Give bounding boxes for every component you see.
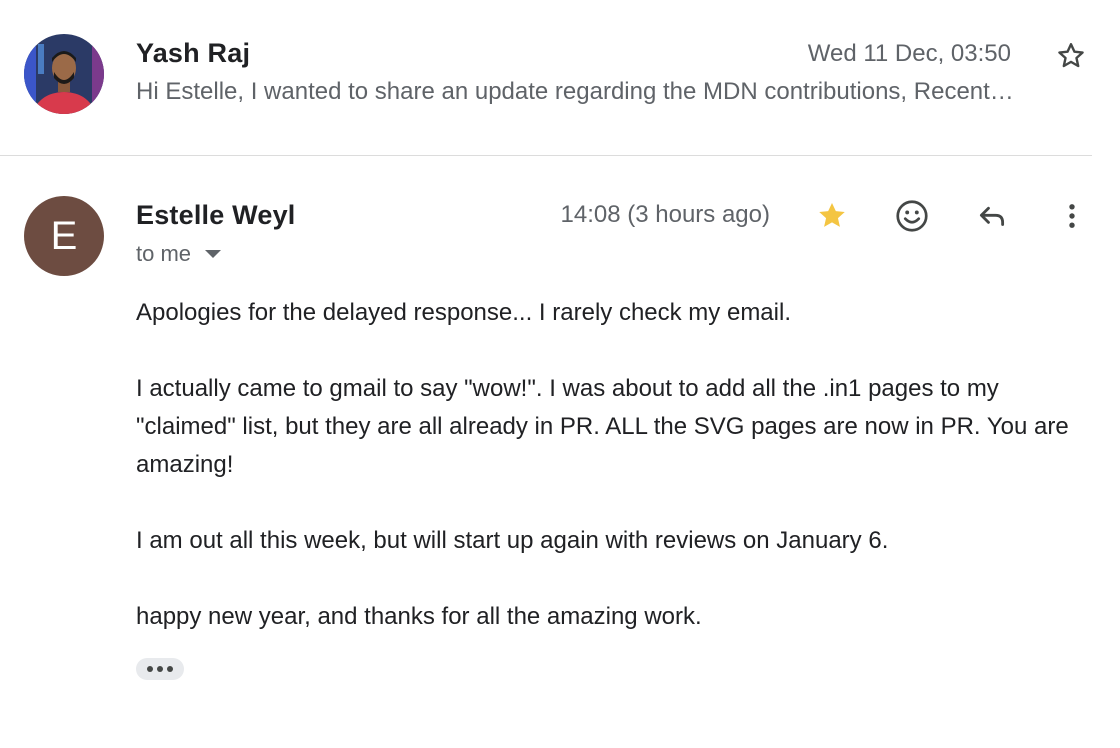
star-icon[interactable] (812, 196, 852, 236)
body-paragraph: Apologies for the delayed response... I … (136, 299, 791, 326)
recipient-details-toggle[interactable]: to me (136, 241, 222, 267)
more-vert-icon[interactable] (1052, 196, 1092, 236)
message-body: Apologies for the delayed response... I … (136, 294, 1086, 674)
message-date: Wed 11 Dec, 03:50 (807, 40, 1011, 67)
body-paragraph: I am out all this week, but will start u… (136, 527, 889, 554)
reply-icon[interactable] (972, 196, 1012, 236)
body-paragraph: happy new year, and thanks for all the a… (136, 603, 702, 630)
sender-name: Yash Raj (136, 38, 251, 68)
sender-name: Estelle Weyl (136, 200, 296, 230)
emoji-reaction-icon[interactable] (892, 196, 932, 236)
body-paragraph: I actually came to gmail to say "wow!". … (136, 375, 1069, 478)
profile-photo-icon (24, 34, 104, 114)
collapsed-message[interactable]: Yash Raj Wed 11 Dec, 03:50 Hi Estelle, I… (0, 0, 1092, 156)
message-snippet: Hi Estelle, I wanted to share an update … (136, 78, 1014, 105)
message-time: 14:08 (3 hours ago) (560, 201, 770, 228)
email-thread: Yash Raj Wed 11 Dec, 03:50 Hi Estelle, I… (0, 0, 1120, 748)
recipient-label: to me (136, 241, 192, 266)
avatar (24, 34, 104, 114)
chevron-down-icon (205, 250, 222, 258)
star-outline-icon[interactable] (1055, 40, 1087, 72)
more-horiz-icon[interactable] (136, 658, 184, 680)
avatar: E (24, 196, 104, 276)
